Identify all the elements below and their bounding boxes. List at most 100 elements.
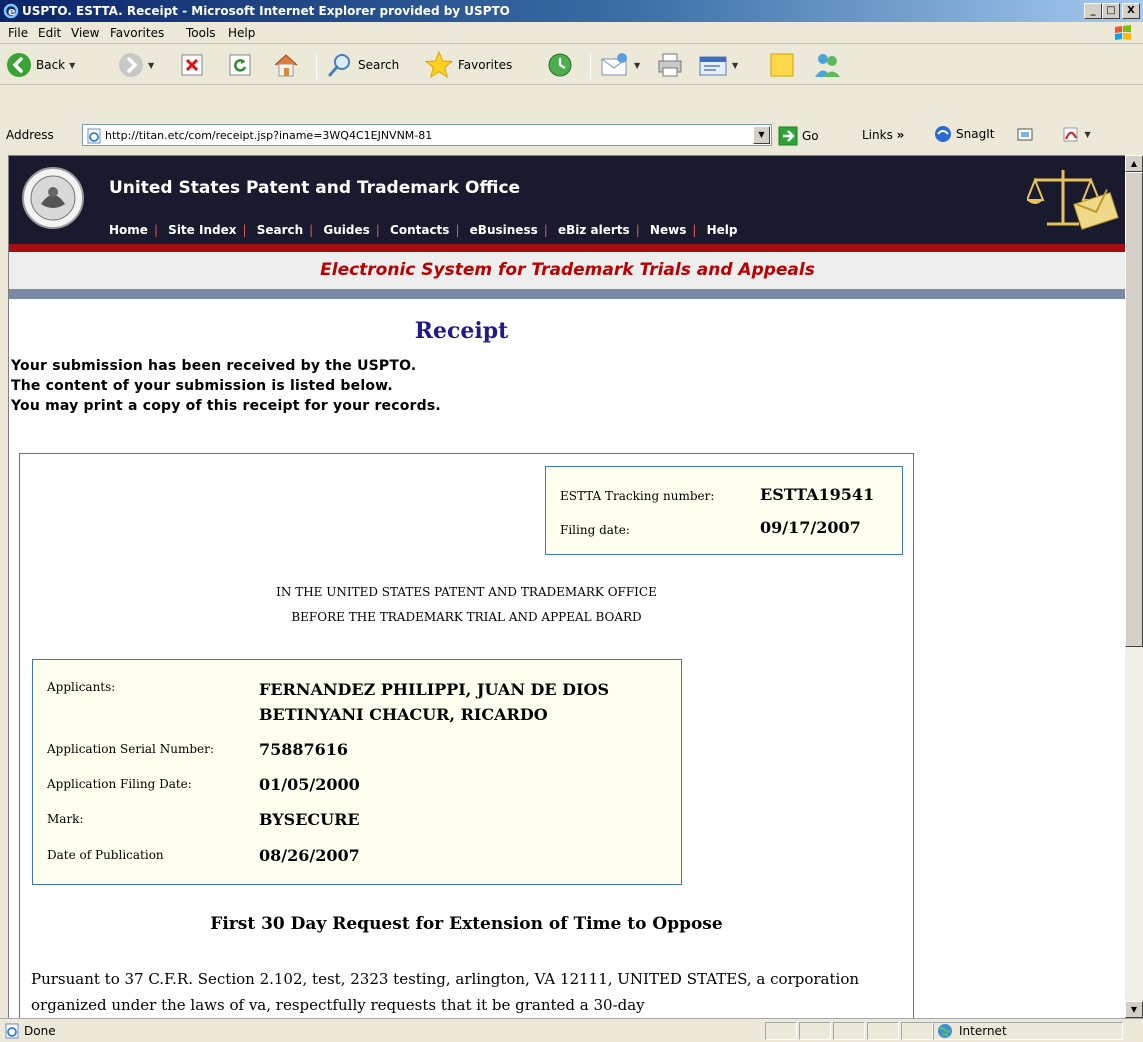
- note-button[interactable]: [768, 49, 796, 81]
- back-label: Back: [36, 58, 66, 72]
- window-title: USPTO. ESTTA. Receipt - Microsoft Intern…: [22, 4, 510, 18]
- mail-icon: [601, 53, 627, 76]
- tracking-number-value: ESTTA19541: [760, 485, 875, 504]
- stop-button[interactable]: [180, 49, 204, 81]
- forward-button[interactable]: ▼: [118, 49, 154, 81]
- home-button[interactable]: [272, 49, 300, 81]
- address-dropdown-button[interactable]: ▼: [753, 126, 770, 144]
- security-zone: Internet: [933, 1022, 1123, 1040]
- maximize-button[interactable]: □: [1102, 3, 1120, 19]
- status-cell-5: [901, 1022, 933, 1040]
- snagit-button[interactable]: SnagIt ▼: [934, 125, 1091, 143]
- minimize-button[interactable]: _: [1084, 3, 1102, 19]
- uspto-seal-logo: [22, 167, 84, 229]
- scales-of-justice-logo: [1027, 170, 1119, 230]
- status-cell-2: [799, 1022, 831, 1040]
- address-bar: Address ▼ Go Links » SnagIt: [0, 118, 1143, 152]
- nav-search[interactable]: Search: [257, 223, 303, 237]
- search-icon: [328, 54, 350, 77]
- windows-logo-icon: [1115, 25, 1131, 40]
- nav-contacts[interactable]: Contacts: [390, 223, 449, 237]
- go-button[interactable]: Go: [778, 126, 819, 146]
- links-button[interactable]: Links »: [862, 128, 904, 142]
- standard-toolbar: Back ▼ ▼ Search Favorites ▼ ▼: [0, 45, 1143, 85]
- nav-guides[interactable]: Guides: [323, 223, 369, 237]
- applicant-2: BETINYANI CHACUR, RICARDO: [259, 705, 548, 724]
- nav-help[interactable]: Help: [707, 223, 738, 237]
- nav-ebusiness[interactable]: eBusiness: [470, 223, 538, 237]
- search-label: Search: [358, 58, 400, 72]
- scroll-down-button[interactable]: ▼: [1125, 1001, 1143, 1018]
- scroll-thumb[interactable]: [1125, 172, 1143, 647]
- mail-dropdown-icon[interactable]: ▼: [634, 61, 640, 70]
- menu-favorites[interactable]: Favorites: [110, 26, 164, 40]
- favorites-star-icon: [424, 50, 454, 79]
- edit-dropdown-icon[interactable]: ▼: [732, 61, 738, 70]
- request-paragraph: Pursuant to 37 C.F.R. Section 2.102, tes…: [31, 970, 860, 1014]
- menu-view[interactable]: View: [71, 26, 99, 40]
- messenger-icon: [815, 54, 840, 77]
- banner-red-rule: [9, 244, 1125, 252]
- filing-date-label: Filing date:: [560, 523, 630, 537]
- acrobat-dropdown-icon[interactable]: ▼: [1084, 130, 1090, 139]
- refresh-button[interactable]: [228, 49, 252, 81]
- address-input[interactable]: [105, 127, 745, 143]
- print-icon: [658, 53, 682, 77]
- menu-edit[interactable]: Edit: [38, 26, 61, 40]
- home-icon: [274, 54, 298, 77]
- nav-news[interactable]: News: [650, 223, 686, 237]
- links-label: Links: [862, 128, 893, 142]
- address-field[interactable]: ▼: [82, 124, 772, 146]
- forward-dropdown-icon[interactable]: ▼: [148, 61, 154, 70]
- tracking-info-box: ESTTA Tracking number: ESTTA19541 Filing…: [545, 466, 903, 555]
- back-dropdown-icon[interactable]: ▼: [69, 61, 75, 70]
- acrobat-icon[interactable]: [1062, 125, 1080, 143]
- forward-arrow-icon: [119, 53, 143, 77]
- go-arrow-icon: [778, 126, 798, 146]
- app-filing-date-label: Application Filing Date:: [47, 777, 192, 791]
- edit-page-icon: [699, 56, 727, 76]
- vertical-scrollbar[interactable]: ▲ ▼: [1125, 155, 1143, 1018]
- favorites-button[interactable]: Favorites: [424, 49, 512, 81]
- receipt-message-line-1: Your submission has been received by the…: [11, 358, 417, 374]
- browser-window: e USPTO. ESTTA. Receipt - Microsoft Inte…: [0, 0, 1143, 1042]
- nav-site-index[interactable]: Site Index: [168, 223, 236, 237]
- estta-system-title: Electronic System for Trademark Trials a…: [9, 252, 1125, 289]
- scroll-up-button[interactable]: ▲: [1125, 155, 1143, 172]
- menu-tools[interactable]: Tools: [186, 26, 216, 40]
- applicants-label: Applicants:: [47, 680, 116, 694]
- print-button[interactable]: [656, 49, 684, 81]
- history-button[interactable]: [546, 49, 574, 81]
- edit-button[interactable]: ▼: [698, 49, 738, 81]
- serial-number-value: 75887616: [259, 740, 349, 759]
- status-bar: Done Internet: [0, 1018, 1143, 1042]
- back-button[interactable]: Back ▼: [6, 49, 75, 81]
- close-button[interactable]: X: [1122, 3, 1140, 19]
- svg-text:e: e: [8, 5, 15, 18]
- nav-home[interactable]: Home: [109, 223, 148, 237]
- messenger-button[interactable]: [812, 49, 842, 81]
- menu-file[interactable]: File: [8, 26, 28, 40]
- office-title: United States Patent and Trademark Offic…: [109, 178, 521, 198]
- application-info-box: Applicants: FERNANDEZ PHILIPPI, JUAN DE …: [32, 659, 682, 885]
- search-button[interactable]: Search: [326, 49, 399, 81]
- nav-ebiz-alerts[interactable]: eBiz alerts: [558, 223, 630, 237]
- snagit-capture-icon[interactable]: [1016, 125, 1034, 143]
- title-bar: e USPTO. ESTTA. Receipt - Microsoft Inte…: [0, 0, 1143, 22]
- favorites-label: Favorites: [458, 58, 513, 72]
- back-arrow-icon: [7, 53, 31, 77]
- receipt-heading: Receipt: [414, 318, 509, 344]
- page-viewport: United States Patent and Trademark Offic…: [8, 155, 1125, 1018]
- mark-label: Mark:: [47, 812, 84, 826]
- menu-help[interactable]: Help: [228, 26, 255, 40]
- publication-date-label: Date of Publication: [47, 848, 164, 862]
- refresh-icon: [229, 54, 251, 76]
- publication-date-value: 08/26/2007: [259, 846, 360, 865]
- mail-button[interactable]: ▼: [600, 49, 640, 81]
- receipt-message-line-3: You may print a copy of this receipt for…: [11, 398, 441, 414]
- menu-bar: File Edit View Favorites Tools Help: [0, 22, 1143, 44]
- stop-icon: [181, 54, 203, 76]
- request-title: First 30 Day Request for Extension of Ti…: [210, 914, 723, 934]
- snagit-label: SnagIt: [956, 127, 995, 141]
- status-text: Done: [24, 1024, 56, 1038]
